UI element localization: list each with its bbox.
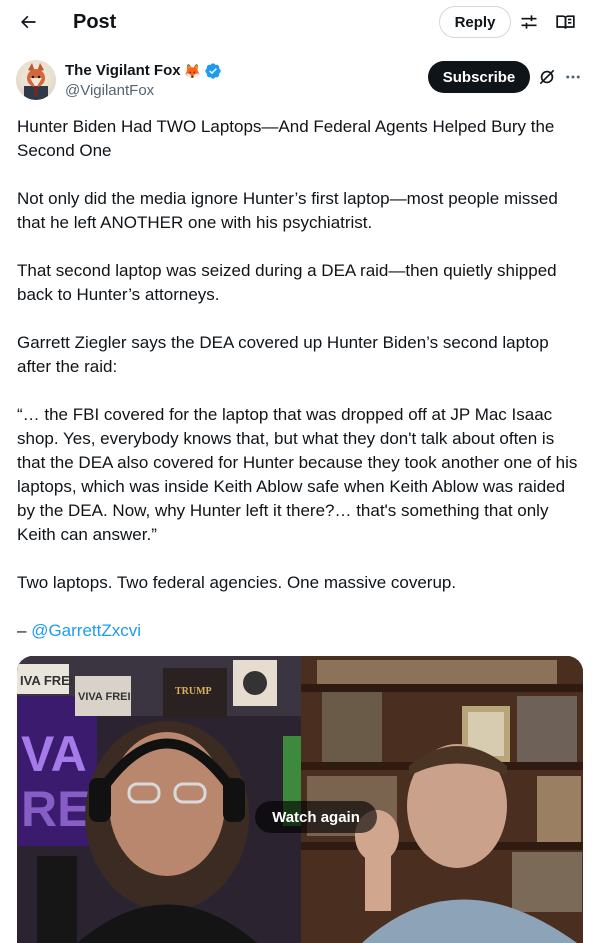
post-paragraph: “… the FBI covered for the laptop that w… (17, 405, 583, 544)
attribution-prefix: – (17, 621, 32, 640)
avatar[interactable] (16, 60, 56, 100)
author-row: The Vigilant Fox 🦊 @VigilantFox Subscrib… (16, 58, 580, 106)
post-paragraph: That second laptop was seized during a D… (17, 261, 562, 304)
sliders-icon[interactable] (518, 11, 540, 33)
post-paragraph: Garrett Ziegler says the DEA covered up … (17, 333, 554, 376)
sign-text-2: VIVA FREI (78, 691, 131, 703)
grok-icon[interactable] (537, 67, 557, 87)
author-name[interactable]: The Vigilant Fox (65, 62, 181, 80)
author-name-row: The Vigilant Fox 🦊 (65, 62, 222, 80)
neon-sign: VA (21, 726, 87, 782)
post-paragraph: Not only did the media ignore Hunter’s f… (17, 189, 563, 232)
subscribe-button[interactable]: Subscribe (428, 61, 530, 93)
post-paragraph: Two laptops. Two federal agencies. One m… (17, 573, 457, 592)
fox-emoji: 🦊 (183, 62, 202, 79)
reply-button[interactable]: Reply (439, 6, 511, 38)
mention-link[interactable]: @GarrettZxcvi (31, 621, 141, 640)
post-body: Hunter Biden Had TWO Laptops—And Federal… (17, 115, 583, 643)
post-paragraph: Hunter Biden Had TWO Laptops—And Federal… (17, 117, 560, 160)
open-book-icon[interactable] (554, 11, 576, 33)
sign-text-1: IVA FREI (20, 673, 73, 688)
back-arrow-icon[interactable] (16, 10, 40, 34)
author-handle[interactable]: @VigilantFox (65, 82, 154, 100)
page-title: Post (73, 11, 117, 33)
verified-badge-icon[interactable] (204, 62, 222, 80)
more-dots-icon[interactable] (562, 66, 584, 88)
attribution-line: – @GarrettZxcvi (17, 619, 583, 643)
top-bar: Post Reply (0, 0, 592, 44)
watch-again-button[interactable]: Watch again (255, 801, 377, 833)
video-player[interactable]: VA REI IVA FREI VIVA FREI TRUMP Watch ag… (17, 656, 583, 943)
book-text: TRUMP (175, 686, 212, 697)
